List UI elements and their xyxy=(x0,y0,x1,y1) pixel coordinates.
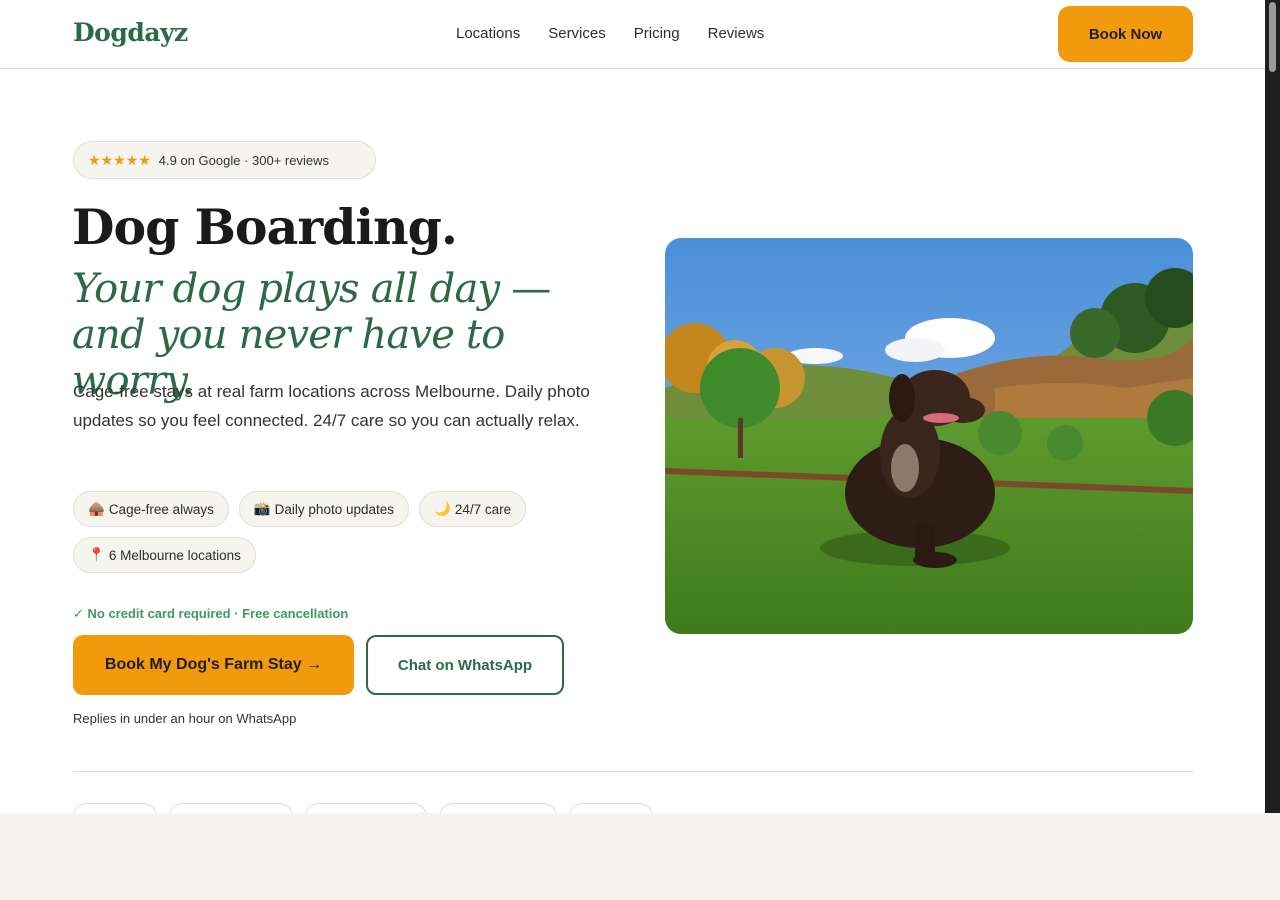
nav-locations[interactable]: Locations xyxy=(456,25,520,42)
feature-cage-free: 🛖 Cage-free always xyxy=(73,491,229,527)
nav-pricing[interactable]: Pricing xyxy=(634,25,680,42)
rating-text: 4.9 on Google · 300+ reviews xyxy=(158,152,329,168)
nav-services[interactable]: Services xyxy=(548,25,606,42)
assurance-note: ✓ No credit card required · Free cancell… xyxy=(73,606,349,621)
whatsapp-chat-button[interactable]: Chat on WhatsApp xyxy=(366,635,564,695)
star-rating-icon: ★★★★★ xyxy=(88,151,151,168)
feature-locations: 📍 6 Melbourne locations xyxy=(73,537,256,573)
hero-dog-photo xyxy=(665,238,1193,634)
site-header: Dogdayz Locations Services Pricing Revie… xyxy=(0,0,1265,69)
next-section-pills xyxy=(73,803,653,813)
partial-pill xyxy=(569,803,653,813)
feature-label: Cage-free always xyxy=(108,501,214,517)
reply-time-note: Replies in under an hour on WhatsApp xyxy=(73,711,297,726)
hut-icon: 🛖 xyxy=(88,501,105,516)
feature-label: 6 Melbourne locations xyxy=(108,547,241,563)
feature-label: 24/7 care xyxy=(454,501,512,517)
partial-pill xyxy=(169,803,293,813)
logo[interactable]: Dogdayz xyxy=(73,18,188,47)
scrollbar-thumb[interactable] xyxy=(1269,2,1276,72)
page-title: Dog Boarding. xyxy=(72,198,458,256)
partial-pill xyxy=(439,803,557,813)
vertical-scrollbar[interactable] xyxy=(1265,0,1280,813)
partial-pill xyxy=(305,803,427,813)
feature-photo-updates: 📸 Daily photo updates xyxy=(238,491,410,527)
main-nav: Locations Services Pricing Reviews xyxy=(456,25,764,42)
page-viewport: Dogdayz Locations Services Pricing Revie… xyxy=(0,0,1265,813)
camera-icon: 📸 xyxy=(253,501,271,516)
nav-reviews[interactable]: Reviews xyxy=(708,25,765,42)
section-divider xyxy=(73,771,1193,772)
pin-icon: 📍 xyxy=(88,547,105,562)
rating-badge: ★★★★★ 4.9 on Google · 300+ reviews xyxy=(73,141,376,179)
book-farm-stay-button[interactable]: Book My Dog's Farm Stay → xyxy=(73,635,354,695)
feature-24-7-care: 🌙 24/7 care xyxy=(419,491,527,527)
hero-description: Cage-free stays at real farm locations a… xyxy=(73,382,590,430)
feature-list: 🛖 Cage-free always 📸 Daily photo updates… xyxy=(73,491,593,573)
moon-icon: 🌙 xyxy=(434,501,451,516)
feature-label: Daily photo updates xyxy=(274,501,395,517)
book-now-button[interactable]: Book Now xyxy=(1058,6,1193,62)
partial-pill xyxy=(73,803,157,813)
